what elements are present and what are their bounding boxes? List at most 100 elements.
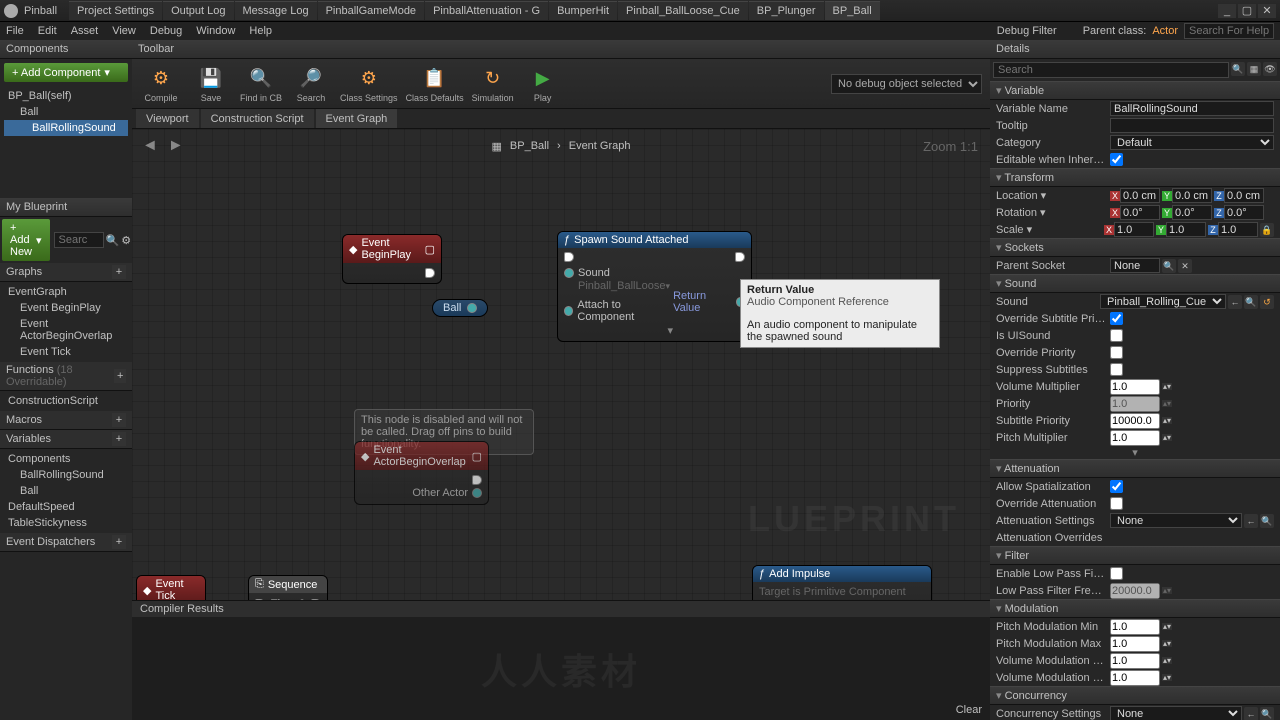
var-ballrollingsound[interactable]: BallRollingSound [4,467,128,483]
tab-message-log[interactable]: Message Log [235,1,317,20]
menu-edit[interactable]: Edit [38,25,57,37]
scale-y[interactable] [1166,222,1206,237]
attach-pin[interactable] [564,306,573,316]
lock-icon[interactable]: 🔒 [1260,223,1274,237]
pitch-multiplier-input[interactable] [1110,430,1160,446]
node-event-beginplay[interactable]: ◆Event BeginPlay▢ [342,234,442,284]
save-button[interactable]: 💾Save [190,65,232,103]
use-icon[interactable]: ← [1244,514,1258,528]
tab-project-settings[interactable]: Project Settings [69,1,162,20]
loc-x[interactable] [1120,188,1160,203]
menu-file[interactable]: File [6,25,24,37]
reset-icon[interactable]: ↺ [1260,295,1274,309]
menu-window[interactable]: Window [196,25,235,37]
event-beginplay-item[interactable]: Event BeginPlay [4,300,128,316]
is-uisound-checkbox[interactable] [1110,329,1123,342]
attenuation-settings-select[interactable]: None [1110,513,1242,528]
add-macro-button[interactable]: + [112,413,126,427]
component-ball[interactable]: Ball [4,104,128,120]
search-icon[interactable]: 🔍 [106,234,120,247]
window-maximize-icon[interactable]: ▢ [1238,4,1256,18]
tab-attenuation[interactable]: PinballAttenuation - G [425,1,548,20]
cat-transform[interactable]: Transform [990,168,1280,187]
search-icon[interactable]: 🔍 [1231,62,1245,76]
cat-sound[interactable]: Sound [990,274,1280,293]
node-event-tick[interactable]: ◆Event Tick [136,575,206,600]
vol-mod-max-input[interactable] [1110,670,1160,686]
rot-y[interactable] [1172,205,1212,220]
tab-plunger[interactable]: BP_Plunger [749,1,824,20]
event-tick-item[interactable]: Event Tick [4,344,128,360]
play-button[interactable]: ▶Play [522,65,564,103]
eventgraph-item[interactable]: EventGraph [4,284,128,300]
pitch-mod-max-input[interactable] [1110,636,1160,652]
browse-icon[interactable]: 🔍 [1260,514,1274,528]
construction-script-tab[interactable]: Construction Script [201,109,314,128]
scale-x[interactable] [1114,222,1154,237]
enable-lpf-checkbox[interactable] [1110,567,1123,580]
use-icon[interactable]: ← [1244,707,1258,720]
details-search-input[interactable] [993,62,1229,78]
menu-view[interactable]: View [112,25,136,37]
exec-out-pin[interactable] [472,475,482,485]
tab-gamemode[interactable]: PinballGameMode [318,1,425,20]
node-sequence[interactable]: ⎘Sequence Then 0 [248,575,328,600]
event-graph-tab[interactable]: Event Graph [316,109,398,128]
constructionscript-item[interactable]: ConstructionScript [4,393,128,409]
node-spawn-sound[interactable]: ƒSpawn Sound Attached Sound Pinball_Ball… [557,231,752,342]
debug-object-select[interactable]: No debug object selected [831,74,982,94]
sound-asset-select[interactable]: Pinball_Rolling_Cue [1100,294,1226,309]
compile-button[interactable]: ⚙Compile [140,65,182,103]
event-actorbeginoverlap-item[interactable]: Event ActorBeginOverlap [4,316,128,344]
var-tablestickyness[interactable]: TableStickyness [4,515,128,531]
nav-back-icon[interactable]: ◄ [142,137,158,155]
cat-concurrency[interactable]: Concurrency [990,686,1280,705]
volume-multiplier-input[interactable] [1110,379,1160,395]
rot-z[interactable] [1224,205,1264,220]
exec-out-pin[interactable] [735,252,745,262]
exec-in-pin[interactable] [564,252,574,262]
help-search-input[interactable] [1184,23,1274,39]
vol-mod-min-input[interactable] [1110,653,1160,669]
rot-x[interactable] [1120,205,1160,220]
node-ball-variable[interactable]: Ball [432,299,488,317]
var-defaultspeed[interactable]: DefaultSpeed [4,499,128,515]
clear-button[interactable]: Clear [956,704,982,716]
breadcrumb[interactable]: ▦ BP_Ball›Event Graph [492,140,631,153]
macros-section[interactable]: Macros+ [0,411,132,430]
debug-filter-label[interactable]: Debug Filter [997,25,1057,37]
filter-icon[interactable]: ▦ [1247,62,1261,76]
subtitle-priority-input[interactable] [1110,413,1160,429]
parent-socket-input[interactable] [1110,258,1160,273]
override-subtitle-checkbox[interactable] [1110,312,1123,325]
cat-modulation[interactable]: Modulation [990,599,1280,618]
scale-z[interactable] [1218,222,1258,237]
compiler-results-tab[interactable]: Compiler Results [140,603,224,615]
node-add-impulse[interactable]: ƒAdd Impulse Target is Primitive Compone… [752,565,932,600]
variables-section[interactable]: Variables+ [0,430,132,449]
loc-z[interactable] [1224,188,1264,203]
find-in-cb-button[interactable]: 🔍Find in CB [240,65,282,103]
exec-out-pin[interactable] [425,268,435,278]
cat-filter[interactable]: Filter [990,546,1280,565]
override-priority-checkbox[interactable] [1110,346,1123,359]
add-component-button[interactable]: + Add Component▾ [4,63,128,82]
concurrency-select[interactable]: None [1110,706,1242,720]
menu-debug[interactable]: Debug [150,25,182,37]
event-graph-canvas[interactable]: ◄ ► ▦ BP_Ball›Event Graph Zoom 1:1 ◆Even… [132,129,990,600]
browse-icon[interactable]: 🔍 [1244,295,1258,309]
search-icon[interactable]: 🔍 [1162,259,1176,273]
add-graph-button[interactable]: + [112,265,126,279]
eye-icon[interactable]: 👁 [1263,62,1277,76]
myblueprint-search-input[interactable] [54,232,104,248]
component-sound[interactable]: BallRollingSound [4,120,128,136]
tab-bp-ball[interactable]: BP_Ball [825,1,880,20]
tab-ballloose-cue[interactable]: Pinball_BallLoose_Cue [618,1,748,20]
graphs-section[interactable]: Graphs+ [0,263,132,282]
add-dispatcher-button[interactable]: + [112,535,126,549]
add-function-button[interactable]: + [114,369,126,383]
menu-asset[interactable]: Asset [71,25,99,37]
sound-pin[interactable] [564,268,574,278]
menu-help[interactable]: Help [249,25,272,37]
component-root[interactable]: BP_Ball(self) [4,88,128,104]
